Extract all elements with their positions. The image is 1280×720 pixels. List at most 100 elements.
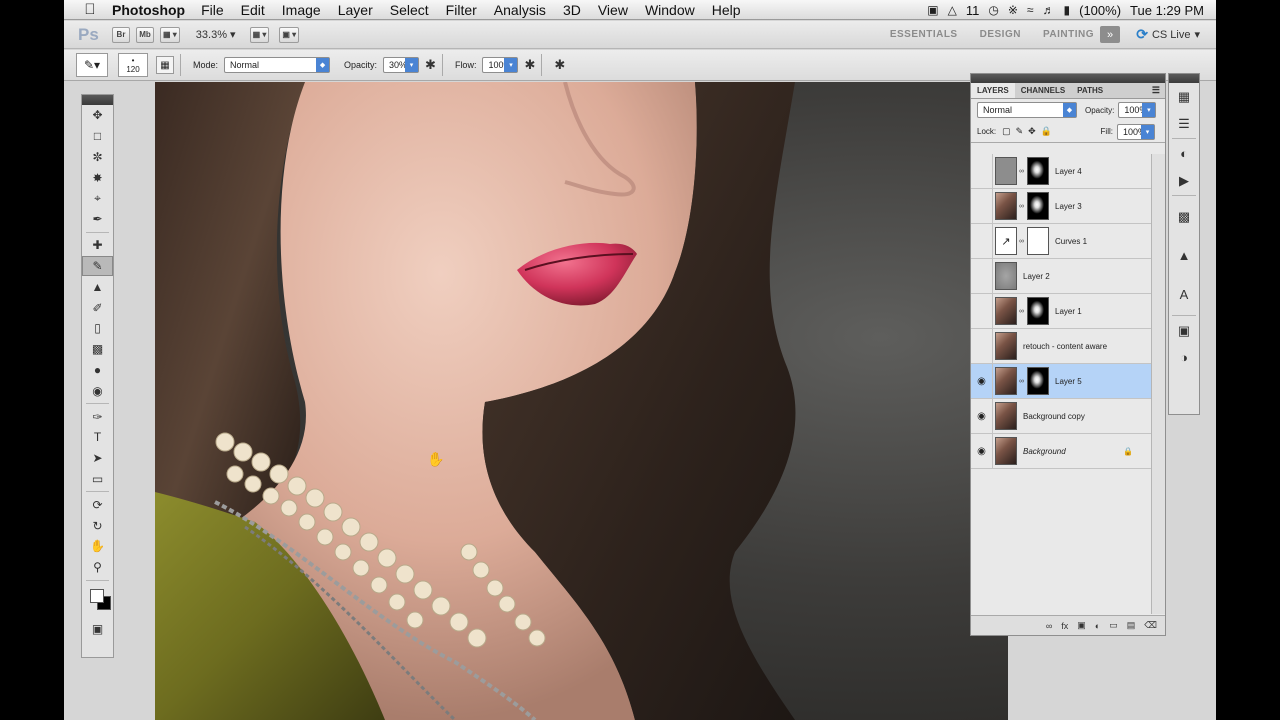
history-panel-icon[interactable]: ☰ bbox=[1169, 110, 1199, 137]
panel-menu-icon[interactable]: ☰ bbox=[1147, 83, 1165, 98]
layers-scrollbar[interactable] bbox=[1151, 154, 1165, 614]
brush-tool-icon[interactable]: ✎ bbox=[82, 255, 113, 277]
dock-drag-bar[interactable] bbox=[1169, 74, 1199, 83]
adjustments-panel-icon[interactable]: ◐ bbox=[1169, 140, 1199, 167]
foreground-color-swatch[interactable] bbox=[90, 588, 104, 603]
chain-link-icon[interactable]: ∞ bbox=[1019, 238, 1024, 245]
lasso-tool-icon[interactable]: ✼ bbox=[82, 147, 113, 168]
clone-stamp-tool-icon[interactable]: ▲ bbox=[82, 276, 113, 297]
view-extras-button[interactable]: ▦ ▾ bbox=[160, 26, 180, 43]
visibility-toggle[interactable] bbox=[971, 188, 993, 224]
layer-row[interactable]: ↗ ∞ Curves 1 bbox=[971, 223, 1151, 259]
visibility-toggle[interactable]: ◉ bbox=[971, 363, 993, 399]
layer-row[interactable]: retouch - content aware bbox=[971, 328, 1151, 364]
workspace-essentials[interactable]: ESSENTIALS bbox=[890, 29, 958, 40]
menu-analysis[interactable]: Analysis bbox=[494, 2, 546, 18]
tab-channels[interactable]: CHANNELS bbox=[1015, 83, 1071, 98]
gradient-tool-icon[interactable]: ▩ bbox=[82, 339, 113, 360]
battery-icon[interactable]: ▮ bbox=[1064, 3, 1071, 17]
chain-link-icon[interactable]: ∞ bbox=[1019, 203, 1024, 210]
menu-image[interactable]: Image bbox=[282, 2, 321, 18]
chain-link-icon[interactable]: ∞ bbox=[1019, 308, 1024, 315]
more-workspaces-button[interactable]: » bbox=[1100, 26, 1120, 43]
chain-link-icon[interactable]: ∞ bbox=[1019, 378, 1024, 385]
menu-window[interactable]: Window bbox=[645, 2, 695, 18]
camera-icon[interactable]: ▣ bbox=[927, 3, 938, 17]
screen-mode-button[interactable]: ▣ ▾ bbox=[279, 26, 300, 43]
tablet-opacity-pressure-icon[interactable]: ✱ bbox=[425, 57, 436, 73]
marquee-tool-icon[interactable]: □ bbox=[82, 126, 113, 147]
menu-3d[interactable]: 3D bbox=[563, 2, 581, 18]
layer-row[interactable]: ∞ Layer 4 bbox=[971, 153, 1151, 189]
visibility-toggle[interactable] bbox=[971, 258, 993, 294]
eyedropper-tool-icon[interactable]: ✒ bbox=[82, 209, 113, 230]
layer-blend-mode-select[interactable]: Normal ◆ bbox=[977, 102, 1077, 118]
history-brush-tool-icon[interactable]: ✐ bbox=[82, 297, 113, 318]
lock-options-icon[interactable]: ▢✎✥🔒 bbox=[1002, 126, 1057, 137]
layer-mask-thumbnail[interactable] bbox=[1027, 157, 1049, 185]
type-tool-icon[interactable]: T bbox=[82, 427, 113, 448]
cs-live-menu[interactable]: ⟳ CS Live ▾ bbox=[1136, 21, 1200, 48]
airbrush-icon[interactable]: ✱ bbox=[524, 57, 535, 73]
histogram-panel-icon[interactable]: ▲ bbox=[1169, 236, 1199, 275]
layer-row[interactable]: ◉ Background 🔒 bbox=[971, 433, 1151, 469]
visibility-toggle[interactable] bbox=[971, 328, 993, 364]
menu-layer[interactable]: Layer bbox=[338, 2, 373, 18]
tab-paths[interactable]: PATHS bbox=[1071, 83, 1109, 98]
document-canvas[interactable]: ✋ bbox=[155, 82, 1008, 720]
layer-mask-thumbnail[interactable] bbox=[1027, 227, 1049, 255]
layer-opacity-field[interactable]: 100% ▾ bbox=[1118, 102, 1157, 118]
wifi-icon[interactable]: ≈ bbox=[1027, 3, 1034, 17]
workspace-design[interactable]: DESIGN bbox=[980, 29, 1021, 40]
tablet-size-pressure-icon[interactable]: ✱ bbox=[554, 57, 565, 73]
workspace-painting[interactable]: PAINTING bbox=[1043, 29, 1094, 40]
menu-filter[interactable]: Filter bbox=[446, 2, 477, 18]
crop-tool-icon[interactable]: ⌖ bbox=[82, 188, 113, 209]
healing-brush-tool-icon[interactable]: ✚ bbox=[82, 235, 113, 256]
zoom-tool-icon[interactable]: ⚲ bbox=[82, 557, 113, 578]
add-mask-icon[interactable]: ▣ bbox=[1077, 620, 1086, 631]
layer-row[interactable]: ∞ Layer 1 bbox=[971, 293, 1151, 329]
dodge-tool-icon[interactable]: ◉ bbox=[82, 380, 113, 401]
pen-tool-icon[interactable]: ✑ bbox=[82, 406, 113, 427]
color-panel-icon[interactable]: ◑ bbox=[1169, 344, 1199, 371]
launch-bridge-button[interactable]: Br bbox=[112, 26, 130, 43]
mini-bridge-panel-icon[interactable]: ▦ bbox=[1169, 83, 1199, 110]
quick-selection-tool-icon[interactable]: ✸ bbox=[82, 167, 113, 188]
layer-row-selected[interactable]: ◉ ∞ Layer 5 bbox=[971, 363, 1151, 399]
layer-row[interactable]: ∞ Layer 3 bbox=[971, 188, 1151, 224]
tool-preset-picker[interactable]: ✎ ▾ bbox=[76, 53, 108, 77]
trash-icon[interactable]: ⌫ bbox=[1144, 620, 1157, 631]
menu-clock[interactable]: Tue 1:29 PM bbox=[1130, 3, 1204, 18]
character-panel-icon[interactable]: A bbox=[1169, 275, 1199, 314]
menu-select[interactable]: Select bbox=[390, 2, 429, 18]
menu-file[interactable]: File bbox=[201, 2, 224, 18]
adjustment-layer-icon[interactable]: ◐ bbox=[1095, 621, 1100, 631]
tab-layers[interactable]: LAYERS bbox=[971, 83, 1015, 98]
3d-rotate-tool-icon[interactable]: ⟳ bbox=[82, 494, 113, 515]
adobe-updates-icon[interactable]: △ bbox=[948, 3, 957, 17]
menu-view[interactable]: View bbox=[598, 2, 628, 18]
clone-source-panel-icon[interactable]: ▩ bbox=[1169, 197, 1199, 236]
zoom-level[interactable]: 33.3% ▾ bbox=[196, 28, 236, 41]
layers-panel-drag-bar[interactable] bbox=[971, 74, 1165, 83]
layer-row[interactable]: ◉ Background copy bbox=[971, 398, 1151, 434]
fill-field[interactable]: 100% ▾ bbox=[1117, 123, 1155, 140]
layer-mask-thumbnail[interactable] bbox=[1027, 367, 1049, 395]
move-tool-icon[interactable]: ✥ bbox=[82, 105, 113, 126]
link-layers-icon[interactable]: ∞ bbox=[1046, 621, 1052, 631]
volume-icon[interactable]: ♬ bbox=[1043, 3, 1055, 17]
menu-help[interactable]: Help bbox=[712, 2, 741, 18]
launch-mini-bridge-button[interactable]: Mb bbox=[136, 26, 154, 43]
arrange-documents-button[interactable]: ▦ ▾ bbox=[249, 26, 270, 43]
layer-mask-thumbnail[interactable] bbox=[1027, 192, 1049, 220]
new-layer-icon[interactable]: ▤ bbox=[1127, 620, 1136, 631]
menu-app-name[interactable]: Photoshop bbox=[112, 2, 185, 18]
quick-mask-icon[interactable]: ▣ bbox=[82, 619, 113, 640]
brush-preset-picker[interactable]: • 120 bbox=[118, 53, 148, 77]
tools-panel-header[interactable] bbox=[82, 95, 113, 105]
hand-tool-icon[interactable]: ✋ bbox=[82, 536, 113, 557]
shape-tool-icon[interactable]: ▭ bbox=[82, 469, 113, 490]
new-group-icon[interactable]: ▭ bbox=[1109, 620, 1118, 631]
visibility-toggle[interactable]: ◉ bbox=[971, 398, 993, 434]
